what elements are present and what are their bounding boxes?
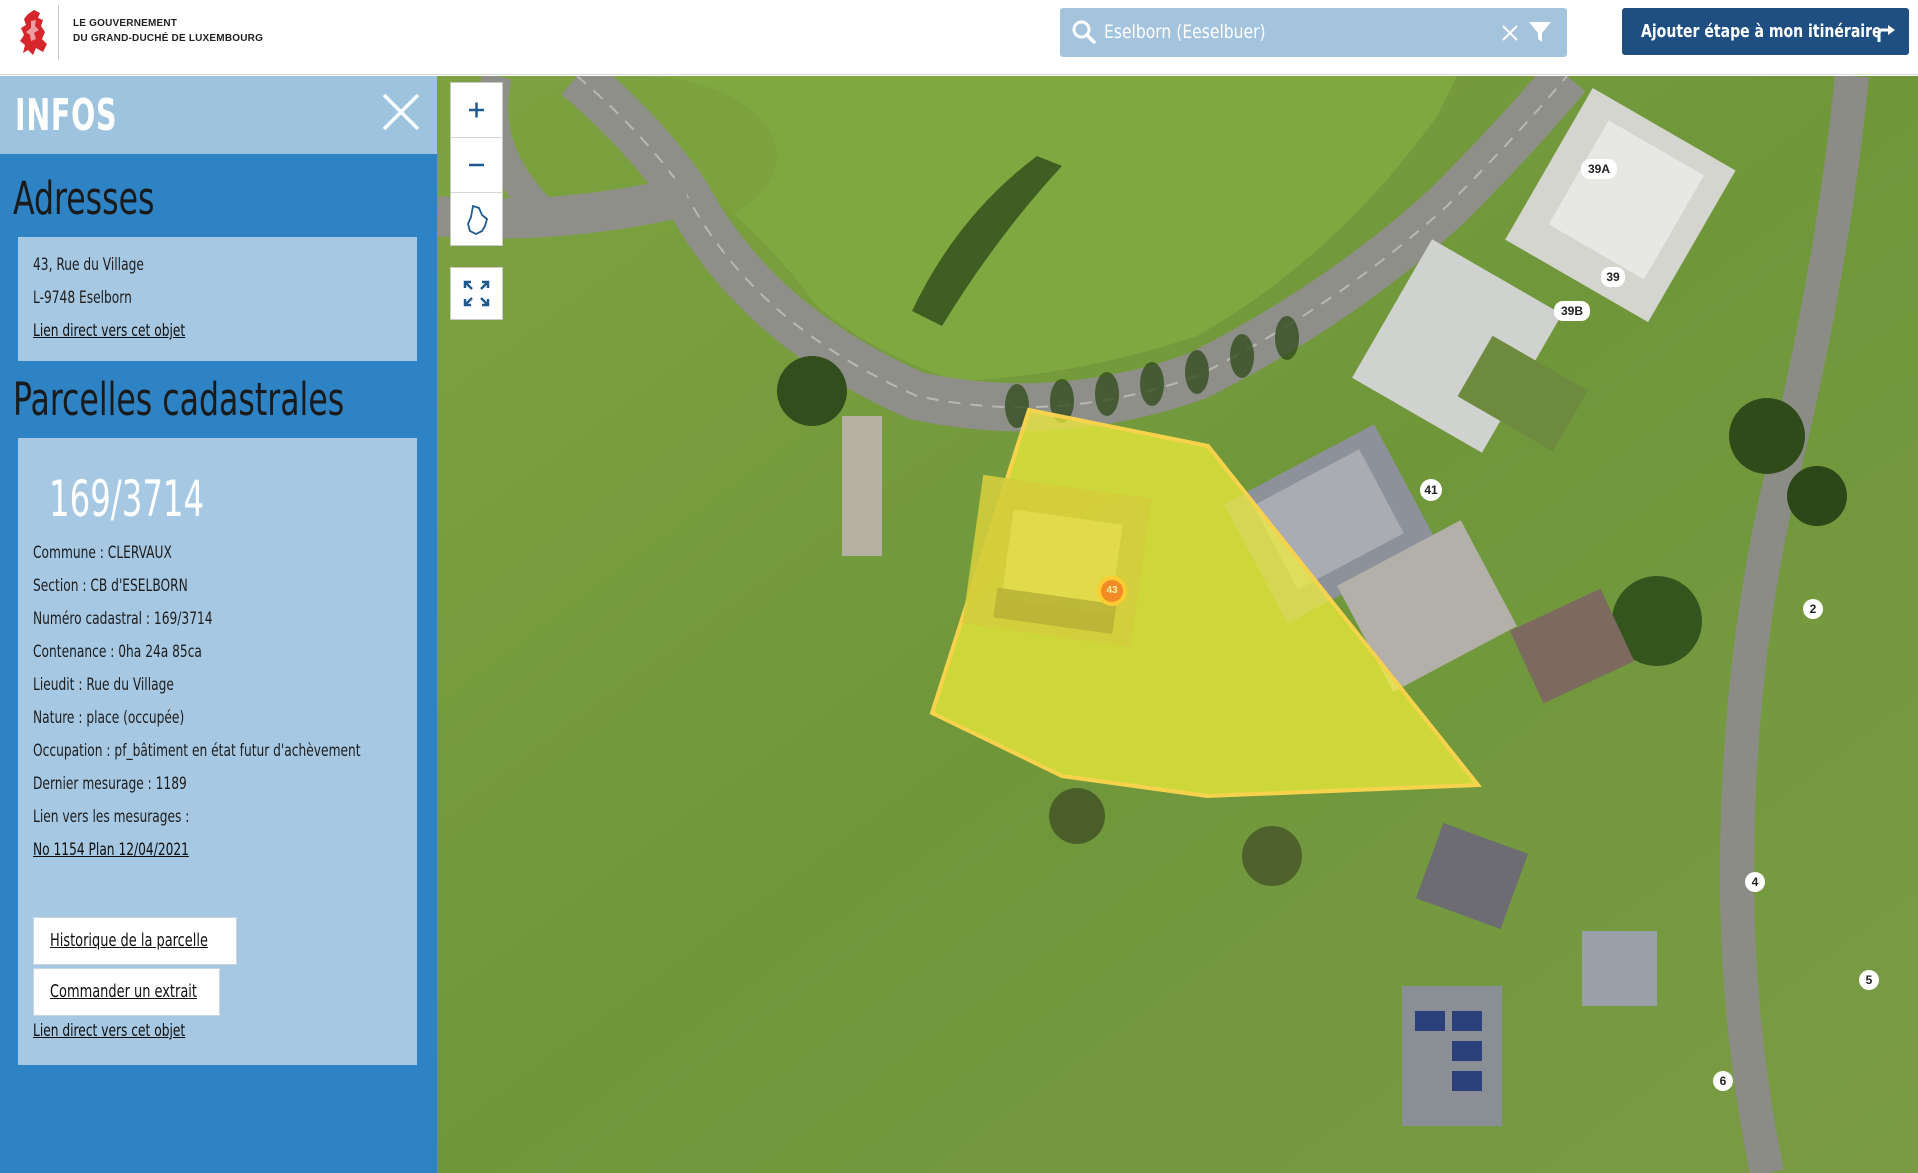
parcel-direct-link[interactable]: Lien direct vers cet objet <box>33 1021 185 1041</box>
address-label-5: 5 <box>1859 970 1879 990</box>
search-icon <box>1072 20 1096 44</box>
address-label-4: 4 <box>1745 872 1765 892</box>
government-wordmark: LE GOUVERNEMENT DU GRAND-DUCHÉ DE LUXEMB… <box>73 16 263 46</box>
parcel-cadastral-number: Numéro cadastral : 169/3714 <box>33 609 213 629</box>
addresses-heading: Adresses <box>13 172 155 225</box>
lion-logo-icon[interactable] <box>14 8 54 58</box>
close-icon[interactable] <box>1500 23 1520 43</box>
info-title: INFOS <box>15 90 118 141</box>
info-sidebar: INFOS Adresses 43, Rue du Village L-9748… <box>0 76 437 1173</box>
parcel-commune: Commune : CLERVAUX <box>33 543 172 563</box>
search-bar[interactable] <box>1060 8 1567 57</box>
country-outline-icon <box>467 204 489 236</box>
filter-icon[interactable] <box>1528 20 1552 44</box>
address-label-39a: 39A <box>1581 159 1617 179</box>
parcel-card: 169/3714 Commune : CLERVAUX Section : CB… <box>18 438 417 1065</box>
fullscreen-icon <box>463 280 490 307</box>
top-header: LE GOUVERNEMENT DU GRAND-DUCHÉ DE LUXEMB… <box>0 0 1918 75</box>
zoom-out-button[interactable] <box>451 138 502 192</box>
parcel-number: 169/3714 <box>49 470 205 528</box>
parcel-history-button[interactable]: Historique de la parcelle <box>33 917 237 965</box>
address-label-43: 43 <box>1106 585 1118 596</box>
zoom-out-icon <box>469 163 484 167</box>
parcel-occupation: Occupation : pf_bâtiment en état futur d… <box>33 741 361 761</box>
parcel-area: Contenance : 0ha 24a 85ca <box>33 642 202 662</box>
parcels-heading: Parcelles cadastrales <box>13 373 345 426</box>
address-label-39b: 39B <box>1554 301 1590 321</box>
address-label-41: 41 <box>1420 479 1442 501</box>
parcel-survey-link[interactable]: No 1154 Plan 12/04/2021 <box>33 840 189 860</box>
parcel-nature: Nature : place (occupée) <box>33 708 185 728</box>
address-street: 43, Rue du Village <box>33 255 144 275</box>
address-label-39: 39 <box>1601 267 1625 287</box>
add-route-step-button[interactable]: Ajouter étape à mon itinéraire <box>1622 8 1909 55</box>
search-input[interactable] <box>1104 18 1400 46</box>
close-icon[interactable] <box>379 90 423 134</box>
zoom-to-country-button[interactable] <box>451 193 502 247</box>
zoom-in-icon <box>469 102 484 118</box>
route-arrow-icon <box>1877 25 1895 42</box>
address-label-6: 6 <box>1713 1071 1733 1091</box>
logo-divider <box>58 5 59 60</box>
logo-line-2: DU GRAND-DUCHÉ DE LUXEMBOURG <box>73 33 264 44</box>
parcel-history-label: Historique de la parcelle <box>50 930 208 951</box>
address-direct-link[interactable]: Lien direct vers cet objet <box>33 321 185 341</box>
aerial-imagery <box>437 76 1918 1173</box>
route-button-label: Ajouter étape à mon itinéraire <box>1641 21 1882 42</box>
info-header: INFOS <box>0 76 437 154</box>
address-label-2: 2 <box>1803 599 1823 619</box>
parcel-survey-links-label: Lien vers les mesurages : <box>33 807 190 827</box>
order-extract-label: Commander un extrait <box>50 981 197 1002</box>
address-card: 43, Rue du Village L-9748 Eselborn Lien … <box>18 237 417 361</box>
parcel-lieudit: Lieudit : Rue du Village <box>33 675 174 695</box>
parcel-last-survey: Dernier mesurage : 1189 <box>33 774 187 794</box>
address-locality: L-9748 Eselborn <box>33 288 132 308</box>
logo-line-1: LE GOUVERNEMENT <box>73 18 178 29</box>
fullscreen-button[interactable] <box>450 267 503 320</box>
aerial-map[interactable]: 39A 39 39B 41 2 4 5 6 43 <box>437 76 1918 1173</box>
zoom-in-button[interactable] <box>451 83 502 137</box>
zoom-control <box>450 82 503 246</box>
parcel-section: Section : CB d'ESELBORN <box>33 576 188 596</box>
order-extract-button[interactable]: Commander un extrait <box>33 968 220 1016</box>
